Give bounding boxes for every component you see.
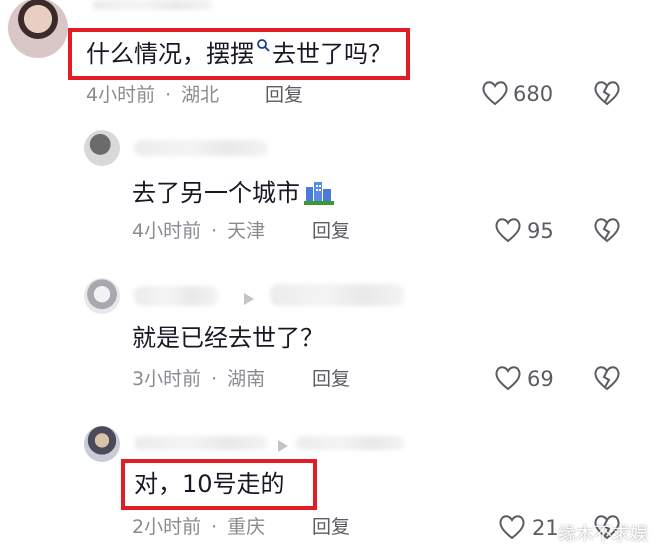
dislike-heart-icon[interactable] [593,365,621,395]
play-arrow-icon [244,290,254,309]
comment-meta: 3小时前 · 湖南 [132,368,266,390]
username-blurred [134,140,268,156]
play-arrow-icon [278,437,288,456]
comment-text: 对，10号走的 [134,470,285,498]
username-blurred [296,436,404,450]
username-blurred [134,436,268,450]
username-blurred [134,286,218,306]
comment-meta: 4小时前 · 天津 [132,220,266,242]
search-icon[interactable] [256,28,270,52]
username-blurred [270,284,404,306]
heart-icon[interactable] [498,514,526,544]
like-count: 69 [527,367,554,391]
heart-icon[interactable] [481,80,509,110]
heart-icon[interactable] [494,365,522,395]
comment-meta: 4小时前 · 湖北 [86,84,220,106]
comment-text: 去了另一个城市 [132,175,334,209]
like-count: 680 [513,82,554,106]
watermark: 缘木不求娱 [558,524,648,545]
reply-button[interactable]: 回复 [265,82,303,108]
reply-button[interactable]: 回复 [312,366,350,392]
comment-text: 什么情况，摆摆 去世了吗？ [86,38,392,70]
avatar[interactable] [84,426,120,462]
heart-icon[interactable] [494,217,522,247]
comment-meta: 2小时前 · 重庆 [132,516,266,538]
city-emoji-icon [304,179,334,213]
avatar[interactable] [84,130,120,166]
avatar[interactable] [84,278,120,314]
avatar[interactable] [8,0,68,58]
dislike-heart-icon[interactable] [593,80,621,110]
like-count: 95 [527,219,554,243]
comment-text: 就是已经去世了？ [132,324,324,352]
dislike-heart-icon[interactable] [593,217,621,247]
reply-button[interactable]: 回复 [312,514,350,540]
reply-button[interactable]: 回复 [312,218,350,244]
username-blurred [92,0,212,10]
like-count: 21 [532,516,559,540]
